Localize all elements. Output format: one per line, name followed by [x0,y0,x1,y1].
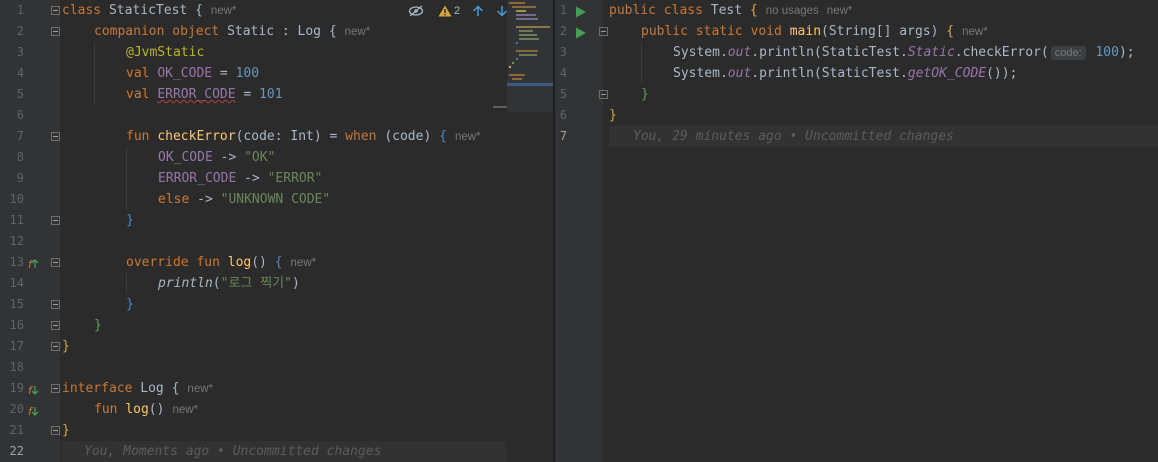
line-number: 13 [9,255,24,269]
previous-highlight-icon[interactable] [472,5,484,17]
run-main-icon[interactable] [575,25,588,39]
line-number: 17 [9,339,24,353]
fold-end-icon[interactable] [51,426,60,435]
warning-icon[interactable] [438,5,452,17]
line-number: 8 [16,150,24,164]
fold-end-icon[interactable] [51,321,60,330]
line-number: 3 [559,45,567,59]
line-number: 14 [9,276,24,290]
code-line[interactable]: @JvmStatic [62,42,506,63]
line-number: 5 [559,87,567,101]
author-hint: new* [210,5,237,17]
line-number: 3 [16,45,24,59]
code-line[interactable]: public static void main(String[] args) {… [609,21,1158,42]
implemented-method-icon[interactable]: f [28,403,41,418]
right-gutter: 1 2 3 4 5 6 7 [555,0,608,462]
kotlin-code-area[interactable]: class StaticTest {new* companion object … [62,0,506,462]
fold-collapse-icon[interactable] [51,27,60,36]
usages-hint: no usages [765,5,819,17]
line-number: 12 [9,234,24,248]
line-number: 18 [9,360,24,374]
code-line[interactable]: } [62,420,506,441]
code-line[interactable]: public class Test {no usages new* [609,0,1158,21]
blame-annotation: You, 29 minutes ago • Uncommitted change… [633,129,954,144]
current-line[interactable]: You, 29 minutes ago • Uncommitted change… [609,126,1158,147]
code-line[interactable]: System.out.println(StaticTest.getOK_CODE… [609,63,1158,84]
line-number: 5 [16,87,24,101]
line-number: 4 [559,66,567,80]
code-line[interactable]: } [62,336,506,357]
line-number: 2 [559,24,567,38]
code-line[interactable]: fun checkError(code: Int) = when (code) … [62,126,506,147]
author-hint: new* [172,404,199,416]
code-line[interactable]: System.out.println(StaticTest.Static.che… [609,42,1158,63]
line-number: 15 [9,297,24,311]
line-number: 20 [9,402,24,416]
blame-annotation: You, Moments ago • Uncommitted changes [84,444,382,459]
line-number: 9 [16,171,24,185]
code-line[interactable]: OK_CODE -> "OK" [62,147,506,168]
line-number: 1 [559,3,567,17]
code-line[interactable]: fun log() new* [62,399,506,420]
parameter-hint: code: [1050,46,1086,60]
code-line[interactable]: interface Log {new* [62,378,506,399]
author-hint: new* [344,26,371,38]
code-line[interactable]: override fun log() {new* [62,252,506,273]
editor-inspection-widget: 2 [408,3,508,19]
svg-text:f: f [28,384,34,396]
line-number: 19 [9,381,24,395]
java-code-area[interactable]: public class Test {no usages new* public … [609,0,1158,462]
line-number: 21 [9,423,24,437]
author-hint: new* [187,383,213,395]
code-line[interactable]: ERROR_CODE -> "ERROR" [62,168,506,189]
code-line[interactable]: } [609,105,1158,126]
fold-collapse-icon[interactable] [51,258,60,267]
code-line[interactable]: } [62,315,506,336]
code-line[interactable]: val OK_CODE = 100 [62,63,506,84]
code-line[interactable]: companion object Static : Log {new* [62,21,506,42]
line-number: 1 [16,3,24,17]
line-number: 10 [9,192,24,206]
line-number-current: 22 [9,444,24,458]
line-number-current: 7 [559,129,567,143]
implemented-interface-icon[interactable]: f [28,382,41,397]
author-hint: new* [962,26,988,38]
author-hint: new* [454,131,481,143]
java-editor-pane[interactable]: 1 2 3 4 5 6 7 public class Test {no usag… [555,0,1158,462]
current-line[interactable]: You, Moments ago • Uncommitted changes [62,441,506,462]
line-number: 11 [9,213,24,227]
svg-text:f: f [28,405,34,417]
run-class-icon[interactable] [575,4,588,18]
fold-end-icon[interactable] [51,342,60,351]
line-number: 7 [16,129,24,143]
left-gutter: 1 2 3 4 5 6 7 8 9 10 11 12 13 f 14 15 16… [0,0,60,462]
author-hint: new* [290,257,317,269]
svg-text:f: f [28,258,34,270]
code-line[interactable]: val ERROR_CODE = 101 [62,84,506,105]
code-line[interactable]: } [62,210,506,231]
fold-collapse-icon[interactable] [599,27,608,36]
line-number: 6 [16,108,24,122]
fold-collapse-icon[interactable] [51,384,60,393]
reader-mode-icon[interactable] [408,5,424,17]
line-number: 2 [16,24,24,38]
code-line[interactable]: else -> "UNKNOWN CODE" [62,189,506,210]
kotlin-editor-pane[interactable]: 1 2 3 4 5 6 7 8 9 10 11 12 13 f 14 15 16… [0,0,553,462]
fold-collapse-icon[interactable] [51,132,60,141]
warning-count: 2 [454,5,461,17]
code-minimap[interactable] [493,0,553,112]
implementing-method-icon[interactable]: f [28,256,41,271]
fold-end-icon[interactable] [51,300,60,309]
line-number: 4 [16,66,24,80]
fold-collapse-icon[interactable] [51,6,60,15]
code-line[interactable]: } [609,84,1158,105]
author-hint: new* [826,5,853,17]
fold-end-icon[interactable] [51,216,60,225]
code-line[interactable]: } [62,294,506,315]
line-number: 6 [559,108,567,122]
line-number: 16 [9,318,24,332]
code-line[interactable]: println("로그 찍기") [62,273,506,294]
fold-end-icon[interactable] [599,90,608,99]
